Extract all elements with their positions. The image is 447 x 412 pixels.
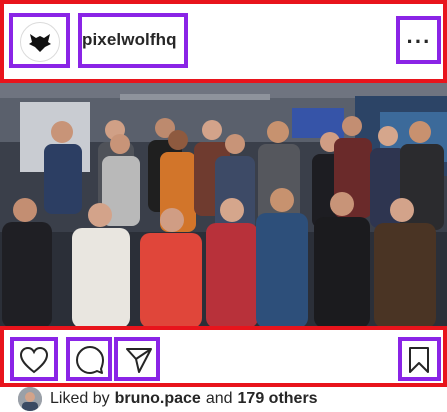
annotation-username-box <box>78 13 188 68</box>
liked-by-user-link[interactable]: bruno.pace <box>115 390 201 408</box>
annotation-share-box <box>114 337 160 381</box>
liker-avatar[interactable] <box>18 387 42 411</box>
annotation-save-box <box>398 337 441 381</box>
annotation-more-box <box>396 16 441 64</box>
annotation-like-box <box>10 337 58 381</box>
team-photo-image <box>0 82 447 328</box>
liked-by-and: and <box>205 390 233 407</box>
post-photo[interactable] <box>0 82 447 328</box>
annotation-comment-box <box>66 337 112 381</box>
annotation-avatar-box <box>9 13 70 68</box>
liked-by-others-link[interactable]: 179 others <box>238 390 318 408</box>
likes-summary: Liked by bruno.pace and 179 others <box>18 387 318 411</box>
liker-avatar-image <box>18 387 42 411</box>
liked-by-prefix: Liked by <box>50 390 110 407</box>
